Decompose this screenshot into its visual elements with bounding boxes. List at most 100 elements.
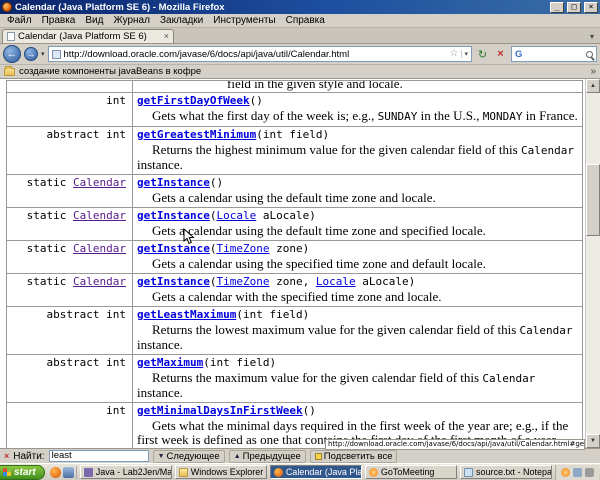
forward-button[interactable]: → [24,47,38,61]
page-favicon [7,32,15,41]
param-type-link[interactable]: TimeZone [216,275,269,288]
find-next-button[interactable]: ▼ Следующее [153,450,225,463]
menu-history[interactable]: Журнал [108,15,155,26]
menu-tools[interactable]: Инструменты [208,15,280,26]
scrollbar-thumb[interactable] [586,164,600,236]
system-tray [555,465,599,480]
history-dropdown-icon[interactable]: ▾ [41,50,45,58]
gotomeeting-icon [369,468,378,477]
method-cell: getMaximum(int field)Returns the maximum… [133,355,583,403]
search-box[interactable]: G [511,46,597,62]
highlight-all-button[interactable]: Подсветить все [310,450,398,463]
return-type-cell: int [7,403,133,449]
method-link[interactable]: getInstance [137,176,210,189]
method-link[interactable]: getLeastMaximum [137,308,236,321]
scroll-up-icon[interactable]: ▲ [586,79,600,93]
tab-bar: Calendar (Java Platform SE 6) × ▾ [0,28,600,44]
method-description: Gets a calendar using the default time z… [137,224,578,238]
search-icon[interactable] [586,51,593,58]
return-type-link[interactable]: Calendar [73,242,126,255]
minimize-button[interactable]: _ [550,2,564,13]
return-type-link[interactable]: Calendar [73,176,126,189]
bookmarks-overflow-icon[interactable]: » [590,66,596,77]
quicklaunch-show-desktop-icon[interactable] [63,467,74,478]
vertical-scrollbar[interactable]: ▲ ▼ [585,79,600,448]
method-link[interactable]: getInstance [137,242,210,255]
method-signature: getLeastMaximum(int field) [137,308,578,322]
find-previous-button[interactable]: ▲ Предыдущее [229,450,306,463]
method-link[interactable]: getGreatestMinimum [137,128,256,141]
navigation-toolbar: ← → ▾ http://download.oracle.com/javase/… [0,44,600,65]
find-close-icon[interactable]: × [4,451,9,461]
start-button[interactable]: start [0,465,45,480]
method-signature: getInstance(Locale aLocale) [137,209,578,223]
param-type-link[interactable]: Locale [316,275,356,288]
method-signature: getInstance(TimeZone zone, Locale aLocal… [137,275,578,289]
table-row: static CalendargetInstance()Gets a calen… [7,175,583,208]
find-label: Найти: [13,451,44,462]
menu-view[interactable]: Вид [80,15,108,26]
menu-bar: Файл Правка Вид Журнал Закладки Инструме… [0,14,600,28]
tab-calendar[interactable]: Calendar (Java Platform SE 6) × [2,29,174,43]
table-row: static CalendargetInstance(Locale aLocal… [7,208,583,241]
method-link[interactable]: getInstance [137,275,210,288]
taskbar-item-firefox-active[interactable]: Calendar (Java Platfo... [270,465,362,479]
tray-icon-3[interactable] [585,468,594,477]
method-description: Returns the highest minimum value for th… [137,143,578,172]
tray-icon-2[interactable] [573,468,582,477]
return-type-cell: static Calendar [7,175,133,208]
method-signature: getMinimalDaysInFirstWeek() [137,404,578,418]
list-all-tabs-icon[interactable]: ▾ [586,32,598,43]
method-link[interactable]: getInstance [137,209,210,222]
param-type-link[interactable]: TimeZone [216,242,269,255]
search-engine-icon[interactable]: G [515,49,522,60]
menu-edit[interactable]: Правка [37,15,81,26]
url-text[interactable]: http://download.oracle.com/javase/6/docs… [64,49,447,60]
tray-icon-1[interactable] [561,468,570,477]
status-link-preview: http://download.oracle.com/javase/6/docs… [325,439,585,450]
quicklaunch-firefox-icon[interactable] [50,467,61,478]
taskbar-item-notepad[interactable]: source.txt - Notepad [460,465,552,479]
stop-button[interactable]: × [493,48,508,60]
method-cell: getLeastMaximum(int field)Returns the lo… [133,307,583,355]
return-type-link[interactable]: Calendar [73,275,126,288]
url-bar[interactable]: http://download.oracle.com/javase/6/docs… [48,46,472,62]
tab-title: Calendar (Java Platform SE 6) [18,31,161,42]
method-signature: getMaximum(int field) [137,356,578,370]
table-row: abstract intgetLeastMaximum(int field)Re… [7,307,583,355]
scroll-down-icon[interactable]: ▼ [586,434,600,448]
table-row: abstract intgetGreatestMinimum(int field… [7,127,583,175]
table-row: static CalendargetInstance(TimeZone zone… [7,274,583,307]
return-type-cell: abstract int [7,127,133,175]
maximize-button[interactable]: □ [567,2,581,13]
url-dropdown-icon[interactable]: ▾ [461,50,468,58]
taskbar-item-explorer[interactable]: Windows Explorer [175,465,267,479]
window-titlebar: Calendar (Java Platform SE 6) - Mozilla … [0,0,600,14]
menu-help[interactable]: Справка [281,15,330,26]
reload-button[interactable]: ↻ [475,48,490,61]
back-button[interactable]: ← [3,45,21,63]
tab-close-icon[interactable]: × [164,32,169,41]
bookmark-item[interactable]: создание компоненты javaBeans в кофре [19,66,201,77]
method-link[interactable]: getMinimalDaysInFirstWeek [137,404,303,417]
return-type-cell: abstract int [7,355,133,403]
taskbar-item-gotomeeting[interactable]: GoToMeeting [365,465,457,479]
taskbar-item-java[interactable]: Java - Lab2Jen/Main.ja... [80,465,172,479]
method-cell: getInstance(TimeZone zone, Locale aLocal… [133,274,583,307]
method-description: Gets a calendar using the default time z… [137,191,578,205]
menu-bookmarks[interactable]: Закладки [155,15,208,26]
return-type-link[interactable]: Calendar [73,209,126,222]
method-signature: getGreatestMinimum(int field) [137,128,578,142]
method-link[interactable]: getFirstDayOfWeek [137,94,250,107]
close-button[interactable]: × [584,2,598,13]
return-type-cell: static Calendar [7,241,133,274]
menu-file[interactable]: Файл [2,15,37,26]
method-cell: getGreatestMinimum(int field)Returns the… [133,127,583,175]
bookmark-star-icon[interactable]: ☆ [450,49,459,59]
find-input[interactable]: least [49,450,149,462]
down-arrow-icon: ▼ [158,453,165,460]
param-type-link[interactable]: Locale [216,209,256,222]
method-description: Returns the maximum value for the given … [137,371,578,400]
method-link[interactable]: getMaximum [137,356,203,369]
method-signature: getInstance(TimeZone zone) [137,242,578,256]
